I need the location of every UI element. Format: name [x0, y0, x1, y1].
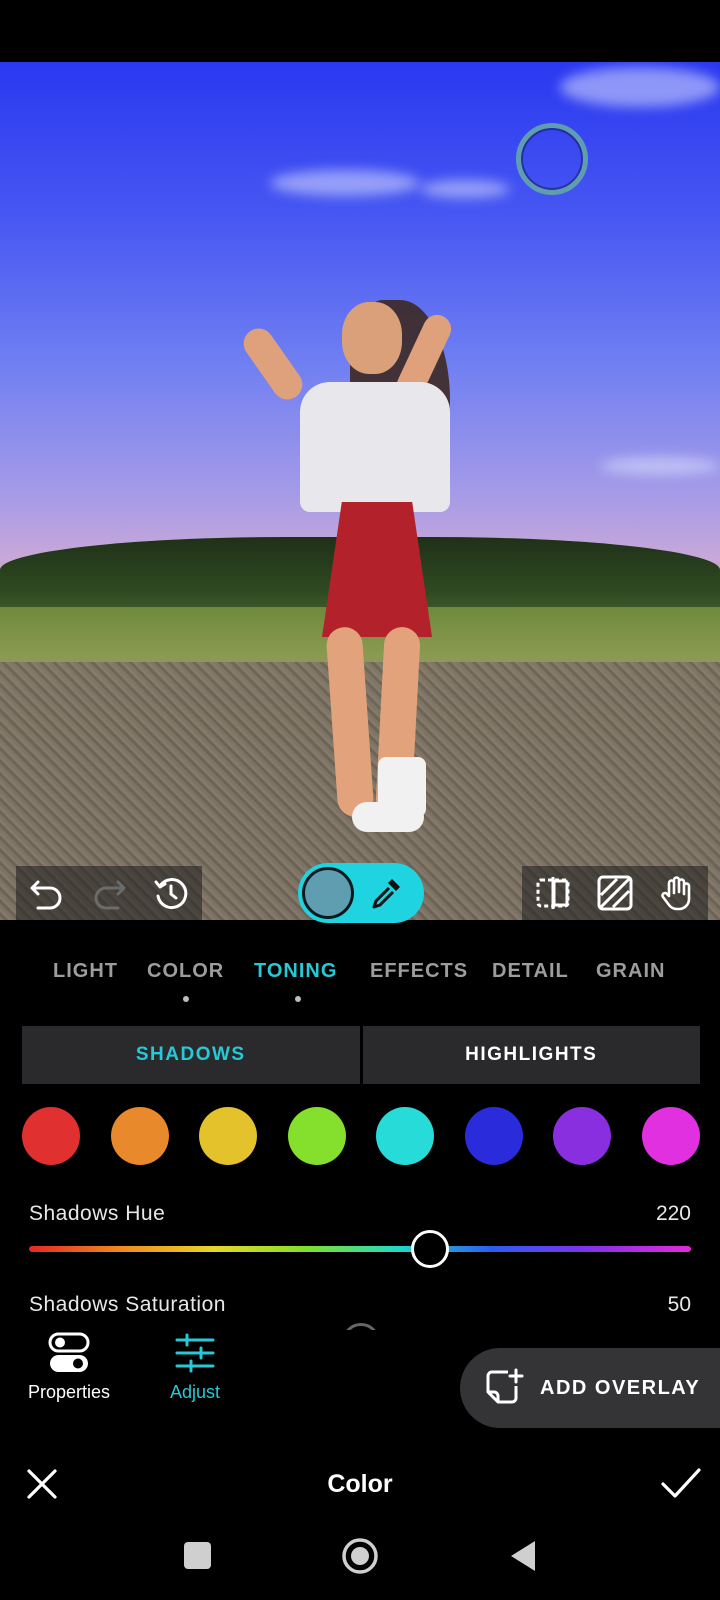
mask-icon — [597, 875, 633, 911]
compare-split-icon — [536, 877, 570, 909]
picked-color-swatch — [302, 867, 354, 919]
color-swatch[interactable] — [287, 1107, 346, 1165]
screen-title: Color — [327, 1470, 393, 1498]
pan-button[interactable] — [646, 866, 708, 920]
tab-color-indicator-dot — [183, 996, 189, 1002]
undo-icon — [30, 880, 62, 910]
tab-color[interactable]: COLOR — [147, 960, 224, 983]
tab-detail[interactable]: DETAIL — [492, 960, 569, 983]
color-swatch[interactable] — [464, 1107, 523, 1165]
white-tshirt — [300, 382, 450, 512]
red-skirt — [322, 502, 432, 637]
redo-button[interactable] — [78, 866, 140, 920]
tab-toning[interactable]: TONING — [254, 960, 337, 983]
history-button[interactable] — [140, 866, 202, 920]
cloud — [270, 170, 420, 196]
tab-toning-indicator-dot — [295, 996, 301, 1002]
action-bar: Color — [0, 1448, 720, 1528]
tone-color-swatches — [22, 1107, 700, 1165]
add-overlay-label: ADD OVERLAY — [540, 1376, 701, 1399]
add-overlay-button[interactable]: ADD OVERLAY — [460, 1348, 720, 1428]
highlights-segment[interactable]: HIGHLIGHTS — [362, 1026, 700, 1084]
shadows-hue-slider-thumb[interactable] — [411, 1230, 450, 1268]
shadows-saturation-label: Shadows Saturation — [29, 1293, 226, 1316]
adjust-button[interactable]: Adjust — [170, 1330, 220, 1403]
cloud — [420, 180, 510, 198]
tab-light[interactable]: LIGHT — [53, 960, 118, 983]
pan-hand-icon — [661, 876, 691, 911]
sneakers — [352, 802, 424, 832]
recents-icon[interactable] — [184, 1542, 211, 1569]
shadows-highlights-segmented-control: SHADOWS HIGHLIGHTS — [22, 1026, 700, 1084]
compare-button[interactable] — [522, 866, 584, 920]
adjust-category-tabs: LIGHT COLOR TONING EFFECTS DETAIL GRAIN — [0, 960, 720, 1004]
color-swatch[interactable] — [642, 1107, 700, 1165]
history-toolbar — [16, 866, 202, 920]
color-swatch[interactable] — [376, 1107, 435, 1165]
shadows-hue-value: 220 — [655, 1202, 691, 1225]
head — [342, 302, 402, 374]
undo-button[interactable] — [16, 866, 78, 920]
photo-canvas[interactable] — [0, 62, 720, 920]
properties-button[interactable]: Properties — [28, 1330, 110, 1403]
properties-label: Properties — [28, 1382, 111, 1402]
add-overlay-icon — [486, 1368, 524, 1404]
mask-button[interactable] — [584, 866, 646, 920]
check-icon[interactable] — [660, 1466, 702, 1502]
home-icon[interactable] — [341, 1537, 379, 1575]
view-toolbar — [522, 866, 708, 920]
color-swatch[interactable] — [199, 1107, 258, 1165]
shadows-segment[interactable]: SHADOWS — [22, 1026, 360, 1084]
color-swatch[interactable] — [553, 1107, 612, 1165]
tab-effects[interactable]: EFFECTS — [370, 960, 468, 983]
tab-grain[interactable]: GRAIN — [596, 960, 665, 983]
color-swatch[interactable] — [110, 1107, 169, 1165]
sliders-icon — [175, 1333, 215, 1373]
color-swatch[interactable] — [22, 1107, 80, 1165]
toggles-icon — [48, 1332, 90, 1372]
arm — [237, 322, 309, 406]
color-picker-toggle[interactable] — [298, 863, 424, 923]
cloud — [560, 67, 720, 107]
shadows-saturation-value: 50 — [667, 1293, 691, 1316]
eyedropper-icon — [372, 879, 400, 909]
history-icon — [154, 878, 188, 910]
shadows-hue-label: Shadows Hue — [29, 1202, 166, 1225]
back-icon[interactable] — [508, 1539, 538, 1573]
redo-icon — [94, 880, 126, 910]
shadows-hue-slider[interactable] — [29, 1246, 691, 1252]
color-picker-ring[interactable] — [516, 123, 588, 195]
cloud — [600, 457, 720, 475]
adjust-label: Adjust — [170, 1382, 221, 1402]
system-navigation-bar — [0, 1528, 720, 1600]
